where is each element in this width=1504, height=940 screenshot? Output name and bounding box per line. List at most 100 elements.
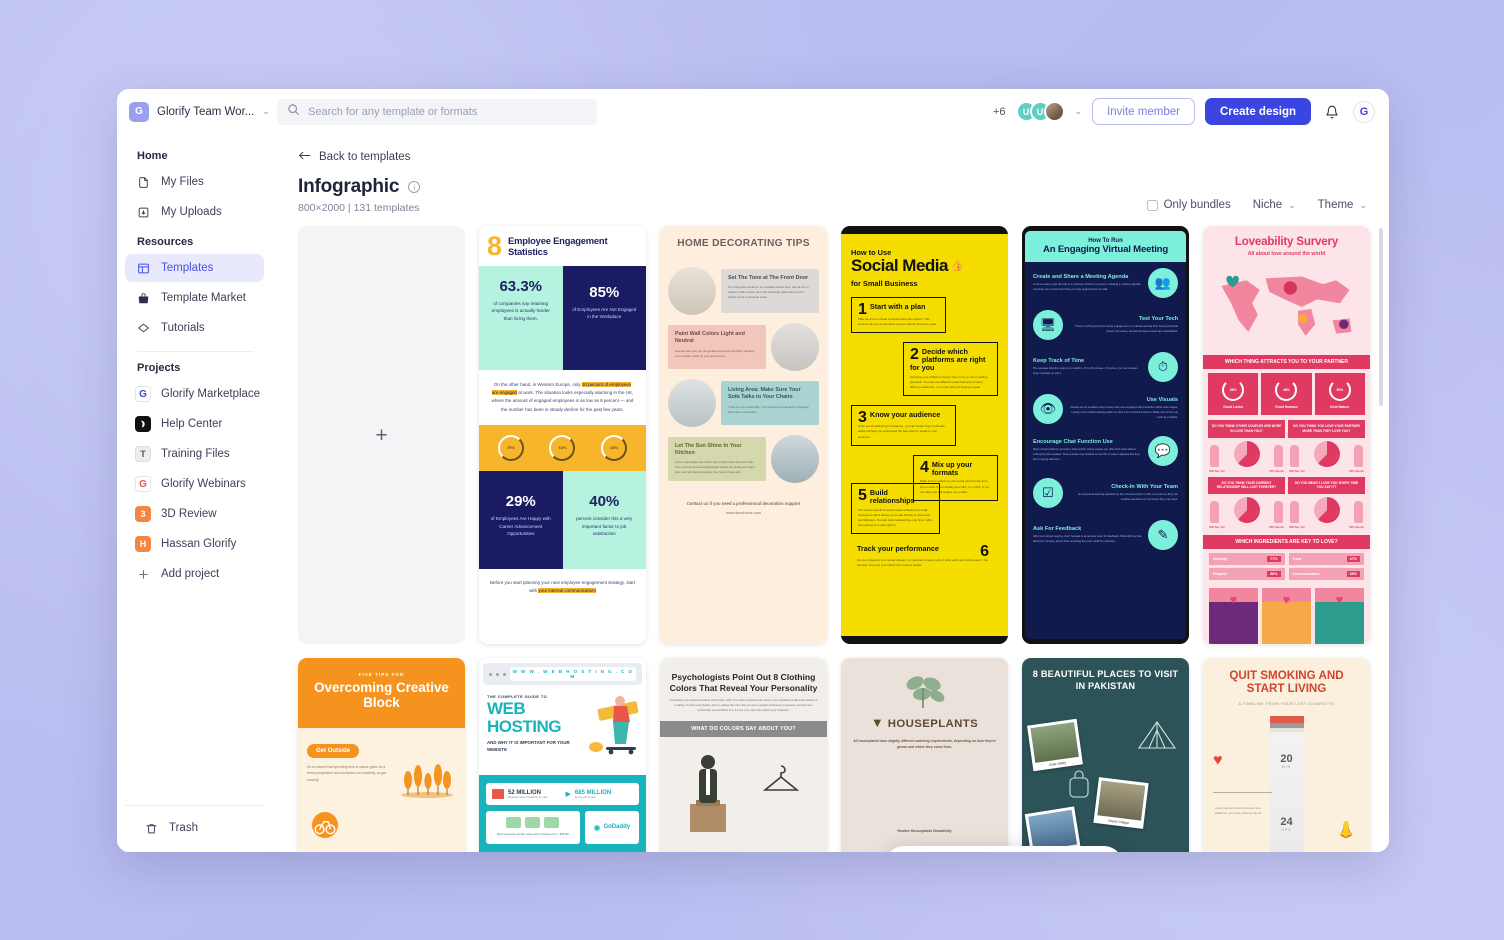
love-ring-card: 48% Good Humour <box>1261 373 1312 415</box>
search-input[interactable] <box>308 105 587 118</box>
create-design-button[interactable]: Create design <box>1204 98 1311 125</box>
psychology-title: Psychologists Point Out 8 Clothing Color… <box>669 672 818 693</box>
sidebar-item-hassan-glorify[interactable]: H Hassan Glorify <box>125 530 264 558</box>
sidebar: Home My Files My Uploads Resources Templ… <box>117 134 272 852</box>
love-ring-label: Kind Nature <box>1330 405 1350 409</box>
social-step-title: Build relationships <box>869 487 915 505</box>
love-answer-left: 35% Say Yes <box>1209 526 1225 530</box>
social-step-number: 1 <box>858 301 867 318</box>
template-card-quit-smoking[interactable]: QUIT SMOKING AND START LIVING A TIMELINE… <box>1203 658 1370 852</box>
project-badge-icon: H <box>135 536 151 552</box>
decorating-photo <box>771 323 819 371</box>
social-step: 3 Know your audience Once you've defined… <box>851 404 956 446</box>
webhosting-sub: AND WHY IT IS IMPORTANT FOR YOUR WEBSITE <box>487 740 570 752</box>
page-title: Infographic <box>298 176 400 197</box>
sidebar-item-tutorials[interactable]: Tutorials <box>125 314 264 342</box>
template-card-virtual-meeting[interactable]: How To Run An Engaging Virtual Meeting C… <box>1022 226 1189 644</box>
nose-icon: 👃 <box>1336 821 1356 839</box>
user-avatar-button[interactable]: G <box>1353 100 1375 123</box>
notification-bell-icon[interactable] <box>1321 101 1343 123</box>
social-step-title: Decide which platforms are right for you <box>910 346 986 372</box>
project-badge-icon: G <box>135 476 151 492</box>
love-answer-right: 60% Say No <box>1349 469 1364 473</box>
add-project-button[interactable]: Add project <box>125 560 264 588</box>
decorating-footer: Contact us if you need a professional de… <box>660 491 827 515</box>
theme-dropdown[interactable]: Theme ⌄ <box>1318 199 1367 211</box>
blank-template-card[interactable]: + <box>298 226 465 644</box>
invite-member-button[interactable]: Invite member <box>1092 98 1195 125</box>
chevron-down-icon: ⌄ <box>1359 199 1367 210</box>
sidebar-item-template-market[interactable]: Template Market <box>125 284 264 312</box>
love-figure <box>1290 501 1299 524</box>
love-bar-label: Respect <box>1213 572 1227 577</box>
employee-donut: 75% <box>497 434 524 461</box>
meeting-section-text: It can be easy to get off topic in a mee… <box>1033 282 1141 291</box>
back-to-templates-link[interactable]: Back to templates <box>298 150 410 164</box>
meeting-section-title: Test Your Tech <box>1138 315 1178 322</box>
sidebar-item-3d-review[interactable]: 3 3D Review <box>125 500 264 528</box>
meeting-section-title: Create and Share a Meeting Agenda <box>1033 273 1129 280</box>
member-avatars[interactable]: U U <box>1015 101 1065 122</box>
app-window: G Glorify Team Wor... ⌄ +6 U U ⌄ Invite … <box>117 89 1389 852</box>
templates-icon <box>135 260 151 276</box>
love-answer-left: 48% Say Yes <box>1289 526 1305 530</box>
godaddy-icon: ◉ <box>593 822 601 832</box>
sidebar-item-label: Glorify Webinars <box>161 478 246 490</box>
avatars-chevron-down-icon[interactable]: ⌄ <box>1075 106 1083 117</box>
sidebar-item-glorify-marketplace[interactable]: G Glorify Marketplace <box>125 380 264 408</box>
project-dropdown-overlay[interactable]: G Glorify Marketplac... ⌄ <box>885 846 1123 852</box>
only-bundles-checkbox[interactable]: Only bundles <box>1146 199 1231 211</box>
overcoming-pill: Get Outside <box>307 744 360 758</box>
love-figure <box>1274 501 1283 524</box>
psychology-text: According to the stylist and author of t… <box>669 699 818 712</box>
sidebar-item-training-files[interactable]: T Training Files <box>125 440 264 468</box>
arrow-left-icon <box>298 150 311 164</box>
social-step: 6 Track your performance As you implemen… <box>851 540 998 574</box>
love-figure <box>1354 501 1363 524</box>
decorating-footer-text: Contact us if you need a professional de… <box>686 501 801 506</box>
main-content: Back to templates Infographic i 800×2000… <box>272 134 1389 852</box>
potted-plant-icon <box>906 676 944 708</box>
image-icon: 👁 <box>1033 394 1063 424</box>
search-box[interactable] <box>277 98 597 125</box>
filter-bar: Only bundles Niche ⌄ Theme ⌄ <box>1146 199 1367 214</box>
sidebar-item-templates[interactable]: Templates <box>125 254 264 282</box>
template-card-houseplants[interactable]: ▼ HOUSEPLANTS All houseplants have sligh… <box>841 658 1008 852</box>
webhosting-stat3: Most expensive domain name sold: insuran… <box>496 833 569 836</box>
polaroid: Boyan Village <box>1093 777 1149 829</box>
template-card-psychology-colors[interactable]: Psychologists Point Out 8 Clothing Color… <box>660 658 827 852</box>
sidebar-item-help-center[interactable]: Help Center <box>125 410 264 438</box>
love-world-map <box>1209 265 1364 351</box>
template-card-home-decorating[interactable]: HOME DECORATING TIPS Set The Tone at The… <box>660 226 827 644</box>
social-step-text: Once you've defined your audience, you c… <box>858 424 946 439</box>
quit-subtitle: A TIMELINE FROM YOUR LAST CIGARETTE <box>1238 701 1335 706</box>
webhosting-url: W W W . W E B H O S T I N G . C O M <box>510 667 636 681</box>
social-step-number: 5 <box>858 486 867 504</box>
sidebar-item-glorify-webinars[interactable]: G Glorify Webinars <box>125 470 264 498</box>
sidebar-item-my-files[interactable]: My Files <box>125 168 264 196</box>
stopwatch-icon: ⏱ <box>1148 352 1178 382</box>
template-card-web-hosting[interactable]: W W W . W E B H O S T I N G . C O M THE … <box>479 658 646 852</box>
info-icon[interactable]: i <box>408 181 421 193</box>
group-icon: 👥 <box>1148 268 1178 298</box>
template-card-loveability-survey[interactable]: Loveability Survery All about love aroun… <box>1203 226 1370 644</box>
niche-dropdown[interactable]: Niche ⌄ <box>1253 199 1296 211</box>
overcoming-kicker: FIVE TIPS FOR <box>358 672 405 677</box>
sidebar-item-my-uploads[interactable]: My Uploads <box>125 198 264 226</box>
template-card-employee-engagement[interactable]: 8 Employee Engagement Statistics 63.3% o… <box>479 226 646 644</box>
love-ring-card: 36% Good Looks <box>1208 373 1259 415</box>
decorating-tip: Living Area: Make Sure Your Sofa Talks t… <box>668 379 819 427</box>
love-pie-chart <box>1313 440 1340 467</box>
love-bar-value: 67% <box>1346 556 1360 563</box>
page-subtitle: 800×2000 | 131 templates <box>298 202 420 214</box>
decorating-photo <box>771 435 819 483</box>
skater-illustration <box>589 696 639 755</box>
template-card-pakistan-places[interactable]: 8 BEAUTIFUL PLACES TO VISIT IN PAKISTAN … <box>1022 658 1189 852</box>
workspace-switcher[interactable]: G Glorify Team Wor... ⌄ <box>129 101 275 122</box>
sidebar-item-trash[interactable]: Trash <box>133 814 256 842</box>
template-card-social-media[interactable]: How to Use Social Media 👍 for Small Busi… <box>841 226 1008 644</box>
employee-stat3-text: of Employees Are Happy with Career Advan… <box>490 515 551 537</box>
grid-scrollbar[interactable] <box>1379 228 1383 406</box>
template-card-overcoming-creative-block[interactable]: FIVE TIPS FOR Overcoming Creative Block … <box>298 658 465 852</box>
title-row: Infographic i 800×2000 | 131 templates O… <box>298 176 1367 214</box>
